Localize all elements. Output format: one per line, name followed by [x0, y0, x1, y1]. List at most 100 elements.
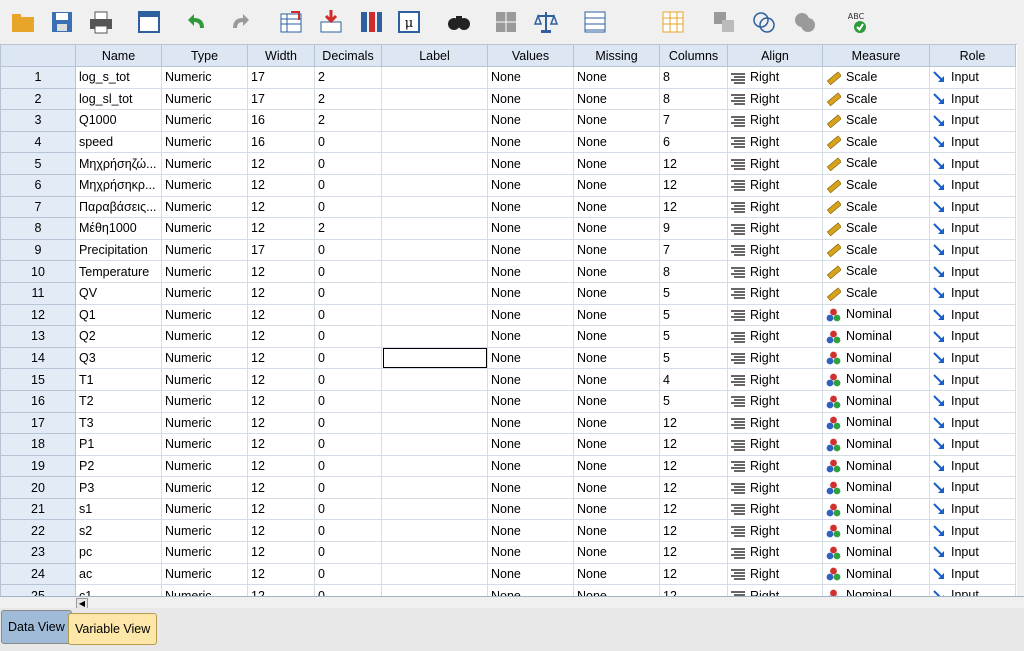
cell-name[interactable]: T2	[75, 389, 162, 413]
cell-width[interactable]: 17	[247, 87, 315, 111]
cell-missing[interactable]: None	[573, 217, 660, 240]
cell-missing[interactable]: None	[573, 346, 660, 370]
cell-align[interactable]: Right	[727, 562, 823, 586]
split-file-icon[interactable]	[491, 6, 521, 38]
weight-cases-icon[interactable]	[531, 6, 561, 38]
cell-missing[interactable]: None	[573, 389, 660, 413]
cell-width[interactable]: 12	[247, 303, 315, 327]
cell-width[interactable]: 12	[247, 454, 315, 478]
spell-check-icon[interactable]	[790, 6, 820, 38]
cell-decimals[interactable]: 0	[314, 389, 382, 413]
cell-measure[interactable]: Nominal	[822, 389, 930, 413]
cell-measure[interactable]: Nominal	[822, 433, 930, 456]
cell-values[interactable]: None	[487, 346, 574, 370]
row-number[interactable]: 14	[0, 346, 76, 370]
cell-values[interactable]: None	[487, 541, 574, 564]
cell-columns[interactable]: 12	[659, 584, 728, 596]
cell-name[interactable]: Μηχρήσηζώ...	[75, 152, 162, 175]
cell-missing[interactable]: None	[573, 454, 660, 478]
cell-values[interactable]: None	[487, 562, 574, 586]
cell-missing[interactable]: None	[573, 303, 660, 327]
cell-type[interactable]: Numeric	[161, 346, 248, 370]
cell-label[interactable]	[381, 109, 488, 132]
cell-decimals[interactable]: 0	[314, 303, 382, 327]
cell-label[interactable]	[381, 541, 488, 564]
cell-decimals[interactable]: 0	[314, 433, 382, 456]
cell-align[interactable]: Right	[727, 519, 823, 543]
cell-width[interactable]: 12	[247, 562, 315, 586]
cell-name[interactable]: Precipitation	[75, 238, 162, 262]
cell-label[interactable]	[381, 303, 488, 327]
cell-values[interactable]: None	[487, 195, 574, 219]
corner-cell[interactable]	[0, 44, 76, 67]
cell-role[interactable]: Input	[929, 87, 1016, 111]
cell-width[interactable]: 12	[247, 519, 315, 543]
cell-role[interactable]: Input	[929, 130, 1016, 154]
cell-missing[interactable]: None	[573, 66, 660, 89]
cell-measure[interactable]: Scale	[822, 66, 930, 89]
cell-role[interactable]: Input	[929, 476, 1016, 499]
cell-name[interactable]: s1	[75, 497, 162, 521]
cell-type[interactable]: Numeric	[161, 130, 248, 154]
cell-columns[interactable]: 8	[659, 260, 728, 283]
cell-type[interactable]: Numeric	[161, 195, 248, 219]
cell-values[interactable]: None	[487, 368, 574, 391]
cell-columns[interactable]: 6	[659, 130, 728, 154]
row-number[interactable]: 13	[0, 325, 76, 348]
cell-decimals[interactable]: 0	[314, 584, 382, 596]
goto-case-icon[interactable]	[276, 6, 306, 38]
save-icon[interactable]	[47, 6, 77, 38]
cell-label[interactable]	[381, 389, 488, 413]
cell-type[interactable]: Numeric	[161, 541, 248, 564]
cell-width[interactable]: 16	[247, 130, 315, 154]
cell-columns[interactable]: 5	[659, 303, 728, 327]
cell-role[interactable]: Input	[929, 195, 1016, 219]
cell-role[interactable]: Input	[929, 260, 1016, 283]
cell-label[interactable]	[381, 584, 488, 596]
cell-label[interactable]	[381, 454, 488, 478]
cell-label[interactable]	[381, 130, 488, 154]
cell-missing[interactable]: None	[573, 152, 660, 175]
cell-align[interactable]: Right	[727, 260, 823, 283]
cell-role[interactable]: Input	[929, 497, 1016, 521]
cell-missing[interactable]: None	[573, 109, 660, 132]
cell-values[interactable]: None	[487, 238, 574, 262]
cell-missing[interactable]: None	[573, 325, 660, 348]
cell-width[interactable]: 17	[247, 66, 315, 89]
cell-name[interactable]: log_s_tot	[75, 66, 162, 89]
cell-label[interactable]	[381, 173, 488, 197]
cell-width[interactable]: 12	[247, 195, 315, 219]
cell-label[interactable]	[381, 497, 488, 521]
cell-columns[interactable]: 12	[659, 497, 728, 521]
cell-width[interactable]: 12	[247, 260, 315, 283]
cell-align[interactable]: Right	[727, 303, 823, 327]
cell-decimals[interactable]: 0	[314, 562, 382, 586]
cell-values[interactable]: None	[487, 217, 574, 240]
use-sets-icon[interactable]	[709, 6, 739, 38]
cell-label[interactable]	[381, 217, 488, 240]
cell-measure[interactable]: Scale	[822, 195, 930, 219]
column-header[interactable]: Type	[161, 44, 248, 67]
cell-role[interactable]: Input	[929, 217, 1016, 240]
cell-columns[interactable]: 8	[659, 87, 728, 111]
cell-align[interactable]: Right	[727, 173, 823, 197]
cell-align[interactable]: Right	[727, 368, 823, 391]
cell-decimals[interactable]: 0	[314, 411, 382, 435]
cell-name[interactable]: Παραβάσεις...	[75, 195, 162, 219]
cell-align[interactable]: Right	[727, 325, 823, 348]
redo-icon[interactable]	[224, 6, 254, 38]
cell-type[interactable]: Numeric	[161, 87, 248, 111]
cell-missing[interactable]: None	[573, 584, 660, 596]
cell-columns[interactable]: 9	[659, 217, 728, 240]
cell-decimals[interactable]: 0	[314, 454, 382, 478]
row-number[interactable]: 18	[0, 433, 76, 456]
cell-columns[interactable]: 12	[659, 173, 728, 197]
cell-label[interactable]	[381, 433, 488, 456]
cell-label[interactable]	[381, 195, 488, 219]
cell-type[interactable]: Numeric	[161, 433, 248, 456]
cell-type[interactable]: Numeric	[161, 584, 248, 596]
cell-measure[interactable]: Nominal	[822, 562, 930, 586]
dialog-recall-icon[interactable]	[134, 6, 164, 38]
cell-role[interactable]: Input	[929, 346, 1016, 370]
cell-decimals[interactable]: 0	[314, 541, 382, 564]
